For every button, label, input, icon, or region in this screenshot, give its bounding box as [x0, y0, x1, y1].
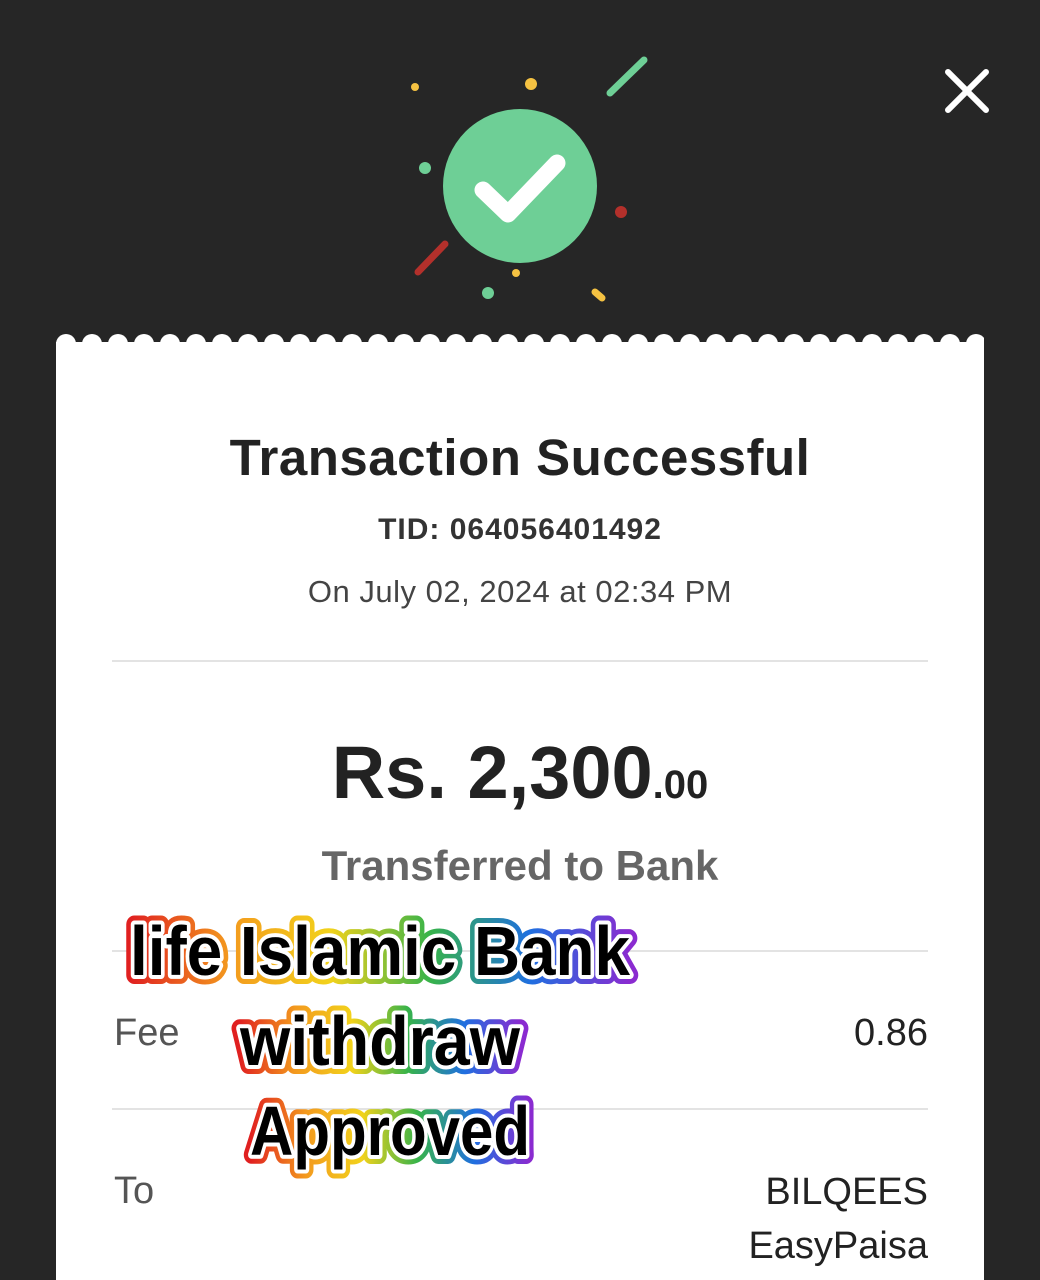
amount-main: Rs. 2,300 — [331, 731, 653, 814]
success-check-icon — [411, 56, 648, 302]
transaction-type: Transferred to Bank — [321, 842, 719, 889]
sticker-line2: withdraw — [239, 1002, 520, 1080]
close-button[interactable] — [938, 62, 996, 120]
close-icon — [945, 69, 989, 113]
recipient-name: BILQEES — [765, 1171, 928, 1213]
amount-cents: .00 — [652, 763, 709, 807]
recipient-provider: EasyPaisa — [748, 1225, 928, 1267]
divider — [112, 660, 928, 662]
sticker-line1: life Islamic Bank — [130, 912, 630, 990]
transaction-date: On July 02, 2024 at 02:34 PM — [307, 574, 733, 609]
approval-sticker: life Islamic Bank life Islamic Bank with… — [121, 903, 639, 1179]
transaction-id: TID: 064056401492 — [378, 513, 662, 546]
fee-value: 0.86 — [854, 1012, 928, 1054]
transaction-title: Transaction Successful — [229, 429, 811, 486]
amount: Rs. 2,300.00 — [56, 730, 984, 815]
recipient: BILQEES EasyPaisa — [748, 1165, 928, 1273]
sticker-line3: Approved — [250, 1092, 530, 1170]
